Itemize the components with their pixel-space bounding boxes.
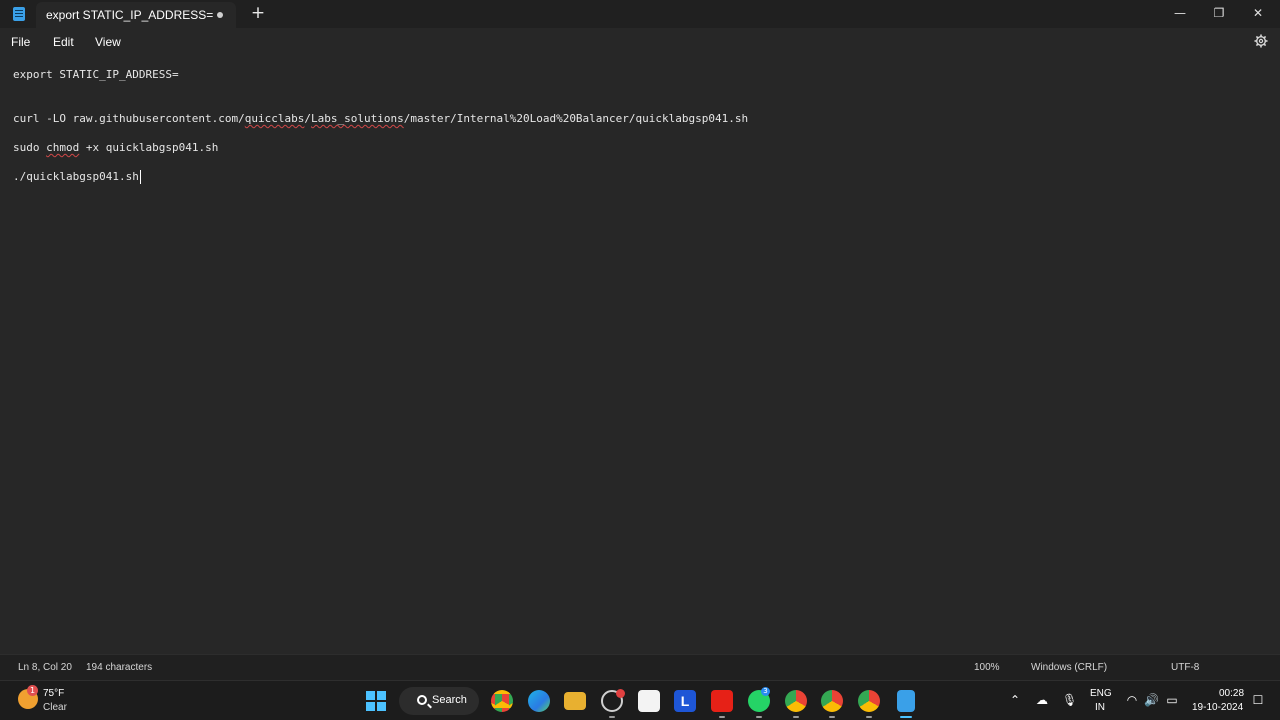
chrome-profile-icon[interactable]: [785, 690, 807, 712]
line-2-text: curl -LO raw.githubusercontent.com/: [13, 112, 245, 125]
chrome-icon[interactable]: [491, 690, 513, 712]
editor-line-2: curl -LO raw.githubusercontent.com/quicc…: [13, 112, 748, 125]
microphone-icon[interactable]: 🎙: [1062, 693, 1077, 707]
menu-file[interactable]: File: [11, 35, 30, 49]
editor-line-3: sudo chmod +x quicklabgsp041.sh: [13, 141, 218, 154]
encoding[interactable]: UTF-8: [1171, 662, 1199, 673]
editor-line-1: export STATIC_IP_ADDRESS=: [13, 68, 179, 81]
search-label: Search: [432, 694, 467, 706]
character-count: 194 characters: [86, 662, 153, 673]
running-indicator: [719, 716, 725, 718]
close-button[interactable]: ✕: [1248, 4, 1268, 22]
notepad-icon: [13, 7, 25, 21]
notepad-taskbar-icon[interactable]: [897, 690, 915, 712]
document-tab[interactable]: export STATIC_IP_ADDRESS=: [36, 2, 236, 28]
menu-view[interactable]: View: [95, 35, 121, 49]
language-code[interactable]: ENG: [1090, 688, 1112, 699]
store-icon[interactable]: [638, 690, 660, 712]
line-ending[interactable]: Windows (CRLF): [1031, 662, 1107, 673]
chrome-profile-icon[interactable]: [858, 690, 880, 712]
status-bar: Ln 8, Col 20 194 characters 100% Windows…: [0, 654, 1280, 680]
unsaved-dot-icon[interactable]: [217, 12, 223, 18]
editor-line-4: ./quicklabgsp041.sh: [13, 170, 141, 184]
running-indicator: [609, 716, 615, 718]
region-code[interactable]: IN: [1095, 702, 1105, 713]
onedrive-icon[interactable]: ☁: [1035, 693, 1049, 707]
youtube-icon[interactable]: [711, 690, 733, 712]
new-tab-button[interactable]: +: [250, 3, 266, 23]
notification-dot: [616, 689, 625, 698]
text-caret: [139, 170, 141, 184]
line-2-text: /master/Internal%20Load%20Balancer/quick…: [403, 112, 749, 125]
battery-icon[interactable]: ▭: [1165, 693, 1179, 707]
volume-icon[interactable]: 🔊: [1144, 693, 1159, 707]
menu-bar: File Edit View: [0, 28, 1280, 56]
wifi-icon[interactable]: ◠: [1125, 693, 1139, 707]
misspelled-word: chmod: [46, 141, 80, 154]
start-windows-icon[interactable]: [366, 691, 386, 711]
clock-date[interactable]: 19-10-2024: [1192, 702, 1243, 713]
text-editor[interactable]: export STATIC_IP_ADDRESS= curl -LO raw.g…: [0, 56, 1280, 654]
line-4-text: ./quicklabgsp041.sh: [13, 170, 139, 183]
tab-title: export STATIC_IP_ADDRESS=: [46, 8, 214, 22]
active-indicator: [900, 716, 912, 718]
l-app-icon[interactable]: L: [674, 690, 696, 712]
misspelled-word: Labs_solutions: [311, 112, 404, 125]
chevron-up-icon[interactable]: ⌃: [1008, 693, 1022, 707]
line-3-text: sudo: [13, 141, 47, 154]
taskbar: 1 75°F Clear Search L 3 ⌃ ☁ 🎙 ENG IN ◠ 🔊…: [0, 680, 1280, 720]
edge-icon[interactable]: [528, 690, 550, 712]
cursor-position: Ln 8, Col 20: [18, 662, 72, 673]
menu-edit[interactable]: Edit: [53, 35, 74, 49]
running-indicator: [829, 716, 835, 718]
chrome-profile-icon[interactable]: [821, 690, 843, 712]
whatsapp-badge: 3: [761, 687, 770, 696]
running-indicator: [756, 716, 762, 718]
search-icon: [417, 695, 427, 705]
settings-gear-icon[interactable]: [1254, 34, 1268, 48]
misspelled-word: quicclabs: [244, 112, 305, 125]
weather-condition: Clear: [43, 702, 67, 713]
restore-button[interactable]: ❐: [1209, 4, 1229, 22]
zoom-level[interactable]: 100%: [974, 662, 1000, 673]
weather-temperature: 75°F: [43, 688, 65, 699]
running-indicator: [793, 716, 799, 718]
notifications-icon[interactable]: ☐: [1251, 693, 1265, 707]
file-explorer-icon[interactable]: [564, 692, 586, 710]
clock-time[interactable]: 00:28: [1219, 688, 1244, 699]
title-bar: export STATIC_IP_ADDRESS= + — ❐ ✕: [0, 0, 1280, 28]
taskbar-search[interactable]: Search: [399, 687, 479, 715]
minimize-button[interactable]: —: [1170, 4, 1190, 22]
weather-badge: 1: [27, 685, 38, 696]
running-indicator: [866, 716, 872, 718]
line-3-text: +x quicklabgsp041.sh: [79, 141, 219, 154]
